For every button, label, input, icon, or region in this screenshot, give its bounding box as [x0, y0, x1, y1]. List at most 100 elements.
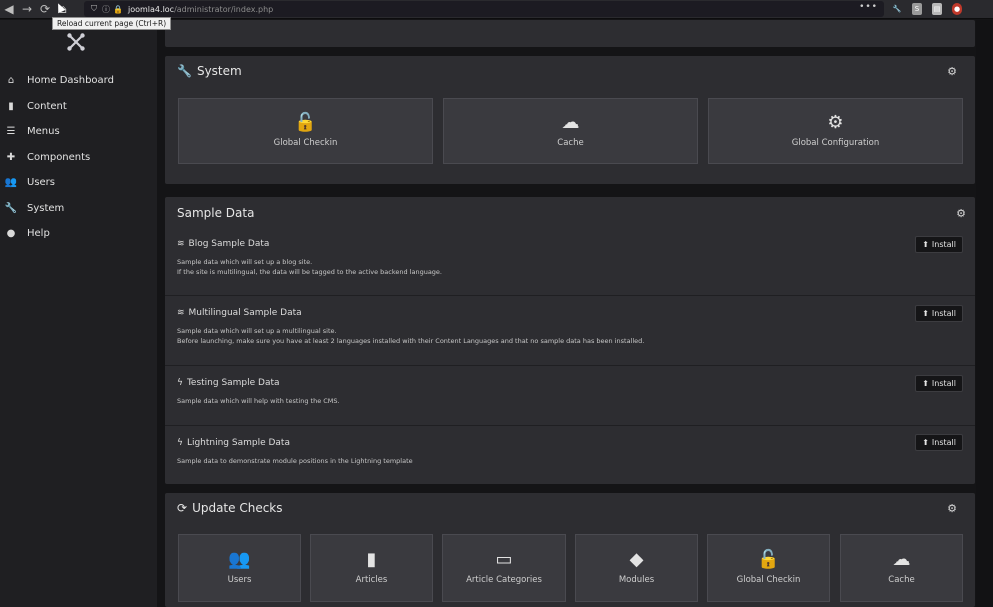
button-label: Install	[931, 240, 956, 249]
tile-users[interactable]: 👥 Users	[178, 534, 301, 602]
tile-label: Articles	[355, 575, 388, 585]
sample-data-description: Sample data to demonstrate module positi…	[177, 457, 413, 467]
sidebar-item-menus[interactable]: ☰ Menus	[0, 119, 157, 145]
puzzle-icon: ✚	[6, 151, 16, 163]
wrench-icon: 🔧	[4, 202, 18, 214]
card-title: Update Checks	[192, 501, 283, 515]
page-edge	[976, 20, 993, 607]
button-label: Install	[931, 438, 956, 447]
sample-data-title: ϟ Testing Sample Data	[177, 378, 280, 388]
sample-data-title: ϟ Lightning Sample Data	[177, 438, 290, 448]
button-label: Install	[931, 309, 956, 318]
card-header: Sample Data ⚙	[165, 197, 975, 229]
tile-article-categories[interactable]: ▭ Article Categories	[442, 534, 566, 602]
wrench-icon[interactable]: 🔧	[892, 3, 902, 15]
sample-data-description: Sample data which will set up a blog sit…	[177, 258, 442, 277]
sample-data-title-text: Testing Sample Data	[186, 378, 280, 388]
tile-modules[interactable]: ◆ Modules	[575, 534, 698, 602]
gear-icon[interactable]: ⚙	[947, 502, 957, 515]
sample-data-title: ≋ Blog Sample Data	[177, 239, 269, 249]
tile-label: Global Configuration	[791, 138, 880, 148]
sidebar-item-label: Help	[27, 228, 50, 240]
system-card: 🔧 System ⚙ 🔓 Global Checkin ☁ Cache ⚙ Gl…	[165, 56, 975, 184]
description-line: If the site is multilingual, the data wi…	[177, 267, 442, 276]
reload-icon[interactable]: ⟳	[36, 0, 54, 19]
sample-data-description: Sample data which will set up a multilin…	[177, 327, 644, 346]
install-button[interactable]: ⬆ Install	[915, 236, 963, 253]
tile-label: Article Categories	[466, 575, 542, 585]
tile-label: Cache	[557, 138, 584, 148]
unlock-icon: 🔓	[294, 112, 317, 133]
joomla-logo-icon[interactable]	[66, 32, 86, 52]
sidebar-menu: ⌂ Home Dashboard ▮ Content ☰ Menus ✚ Com…	[0, 68, 157, 247]
description-line: Sample data to demonstrate module positi…	[177, 457, 413, 465]
gear-icon[interactable]: ⚙	[956, 207, 966, 220]
page-actions-icon[interactable]: •••	[859, 2, 878, 12]
description-line: Sample data which will set up a multilin…	[177, 327, 337, 335]
adblock-icon[interactable]: ●	[952, 3, 962, 15]
extension-icon[interactable]: S	[912, 3, 922, 15]
home-icon: ⌂	[7, 75, 15, 87]
button-label: Install	[931, 379, 956, 388]
description-line: Sample data which will help with testing…	[177, 397, 340, 405]
users-icon: 👥	[4, 177, 18, 189]
card-header: 🔧 System ⚙	[165, 56, 975, 86]
sidebar-item-system[interactable]: 🔧 System	[0, 196, 157, 222]
description-line: Sample data which will set up a blog sit…	[177, 258, 313, 266]
info-icon: ●	[6, 228, 16, 240]
tile-global-checkin[interactable]: 🔓 Global Checkin	[707, 534, 830, 602]
cloud-icon: ☁	[892, 549, 911, 570]
sidebar-item-home-dashboard[interactable]: ⌂ Home Dashboard	[0, 68, 157, 94]
bolt-icon: ϟ	[177, 438, 183, 448]
sample-data-title-text: Blog Sample Data	[188, 239, 270, 249]
tile-label: Global Checkin	[273, 138, 338, 148]
tile-global-configuration[interactable]: ⚙ Global Configuration	[708, 98, 963, 164]
url-bar[interactable]: ⛉ ⓘ 🔒 joomla4.loc/administrator/index.ph…	[84, 1, 884, 17]
sample-data-description: Sample data which will help with testing…	[177, 397, 340, 407]
sidebar-item-label: Home Dashboard	[27, 75, 114, 87]
tile-label: Global Checkin	[736, 575, 801, 585]
sidebar: ⌂ Home Dashboard ▮ Content ☰ Menus ✚ Com…	[0, 20, 157, 607]
cog-icon: ⚙	[827, 112, 844, 133]
sidebar-item-label: Components	[27, 151, 91, 163]
card-header: ⟳ Update Checks ⚙	[165, 493, 975, 523]
forward-icon[interactable]: →	[18, 0, 36, 19]
reload-tooltip: Reload current page (Ctrl+R)	[52, 17, 172, 30]
sidebar-item-help[interactable]: ● Help	[0, 221, 157, 247]
extension-icon[interactable]: ▤	[932, 3, 942, 15]
sample-data-card: Sample Data ⚙ ≋ Blog Sample Data Sample …	[165, 197, 975, 484]
lock-warning-icon[interactable]: 🔒	[112, 2, 124, 16]
sample-data-item: ≋ Multilingual Sample Data Sample data w…	[165, 295, 975, 365]
shield-icon[interactable]: ⛉	[88, 2, 100, 16]
cloud-icon: ☁	[561, 112, 580, 133]
tile-label: Users	[227, 575, 252, 585]
list-icon: ☰	[6, 126, 16, 138]
tile-label: Modules	[618, 575, 655, 585]
wifi-icon: ≋	[177, 239, 185, 249]
back-icon[interactable]: ◀	[0, 0, 18, 19]
sidebar-item-components[interactable]: ✚ Components	[0, 145, 157, 171]
sample-data-title-text: Lightning Sample Data	[186, 438, 290, 448]
install-button[interactable]: ⬆ Install	[915, 375, 963, 392]
sidebar-item-users[interactable]: 👥 Users	[0, 170, 157, 196]
refresh-icon: ⟳	[177, 501, 188, 515]
tile-label: Cache	[888, 575, 915, 585]
sidebar-item-content[interactable]: ▮ Content	[0, 94, 157, 120]
cube-icon: ◆	[629, 549, 644, 570]
card-title: System	[196, 64, 242, 78]
install-button[interactable]: ⬆ Install	[915, 434, 963, 451]
tile-global-checkin[interactable]: 🔓 Global Checkin	[178, 98, 433, 164]
install-button[interactable]: ⬆ Install	[915, 305, 963, 322]
upload-icon: ⬆	[922, 379, 929, 388]
tile-articles[interactable]: ▮ Articles	[310, 534, 433, 602]
card-title: Sample Data	[177, 206, 255, 220]
gear-icon[interactable]: ⚙	[947, 65, 957, 78]
sample-data-title: ≋ Multilingual Sample Data	[177, 308, 302, 318]
file-icon: ▮	[8, 100, 14, 112]
tile-cache[interactable]: ☁ Cache	[443, 98, 698, 164]
tile-cache[interactable]: ☁ Cache	[840, 534, 963, 602]
unlock-icon: 🔓	[757, 549, 780, 570]
url-text[interactable]: joomla4.loc/administrator/index.php	[128, 5, 273, 14]
info-icon[interactable]: ⓘ	[100, 2, 112, 16]
sample-data-title-text: Multilingual Sample Data	[188, 308, 302, 318]
